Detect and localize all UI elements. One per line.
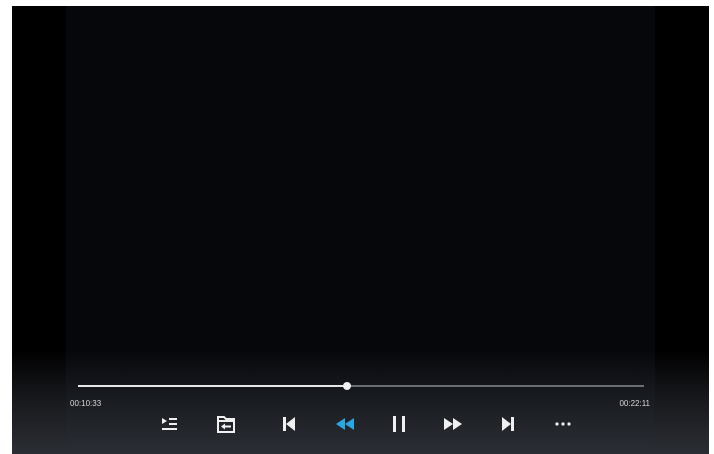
player-screen: 00:10:33 00:22:11 — [12, 6, 709, 454]
total-time: 00:22:11 — [619, 399, 650, 408]
rewind-icon — [336, 418, 354, 430]
open-folder-button[interactable] — [211, 409, 241, 439]
more-button[interactable] — [548, 409, 578, 439]
rewind-button[interactable] — [330, 409, 360, 439]
seek-bar[interactable] — [78, 380, 644, 392]
seek-played — [78, 385, 347, 387]
more-horizontal-icon — [555, 422, 571, 426]
folder-back-icon — [217, 416, 235, 433]
playlist-icon — [162, 418, 177, 430]
playback-controls — [154, 409, 574, 439]
elapsed-time: 00:10:33 — [70, 399, 102, 408]
next-button[interactable] — [493, 409, 523, 439]
fast-forward-button[interactable] — [438, 409, 468, 439]
playlist-button[interactable] — [154, 409, 184, 439]
fast-forward-icon — [444, 418, 462, 430]
previous-button[interactable] — [274, 409, 304, 439]
skip-next-icon — [502, 417, 514, 431]
pause-icon — [393, 416, 405, 432]
seek-thumb[interactable] — [342, 382, 351, 390]
pause-button[interactable] — [384, 409, 414, 439]
skip-previous-icon — [283, 417, 295, 431]
